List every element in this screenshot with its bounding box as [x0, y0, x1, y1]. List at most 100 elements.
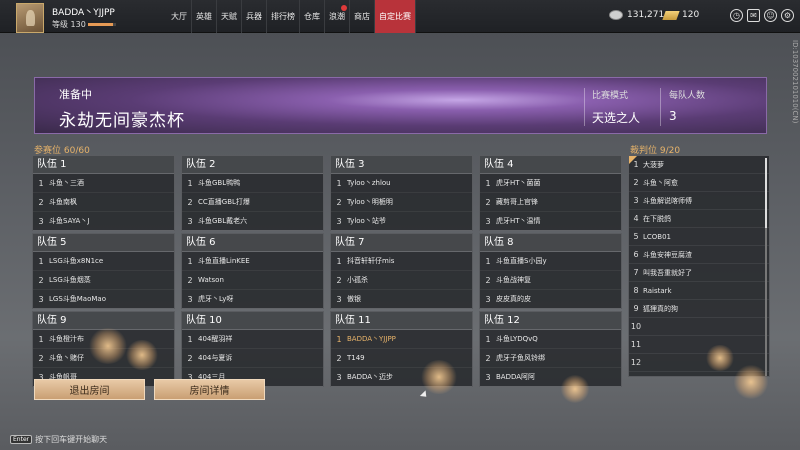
- team-name: 队伍 11: [331, 312, 472, 330]
- team-member-slot[interactable]: 3 皮皮真的皮: [480, 290, 621, 309]
- slot-number: 2: [485, 275, 491, 285]
- clock-icon[interactable]: ◷: [730, 9, 743, 22]
- nav-warehouse[interactable]: 仓库: [300, 0, 325, 33]
- gold-currency: 120: [662, 10, 700, 20]
- avatar[interactable]: [16, 3, 44, 33]
- friends-icon[interactable]: ☺: [764, 9, 777, 22]
- slot-number: 1: [187, 178, 193, 188]
- team-member-slot[interactable]: 1 抖音轩轩仔mis: [331, 252, 472, 271]
- gold-amount: 120: [682, 10, 700, 20]
- slot-number: 1: [336, 178, 342, 188]
- team-panel[interactable]: 队伍 10 1 404醒羽祥 2 404与夏诉 3 404三月: [181, 311, 324, 387]
- team-member-slot[interactable]: 1 404醒羽祥: [182, 330, 323, 349]
- team-panel[interactable]: 队伍 5 1 LSG斗鱼x8N1ce 2 LSG斗鱼烟蒸 3 LGS斗鱼MaoMao: [32, 233, 175, 309]
- nav-weapons[interactable]: 兵器: [242, 0, 267, 33]
- referee-slot[interactable]: 11: [629, 336, 769, 354]
- referee-slot[interactable]: 7 叫我吾重就好了: [629, 264, 769, 282]
- referee-rows: 1 大菠萝 2 斗鱼丶阿愈 3 斗鱼解说喀师傅 4 在下脱鸽 5 LCOB01 6 斗鱼安神豆腐渣 7 叫…: [629, 156, 769, 372]
- team-member-slot[interactable]: 1 斗鱼直播S小园y: [480, 252, 621, 271]
- team-member-slot[interactable]: 3 LGS斗鱼MaoMao: [33, 290, 174, 309]
- team-member-slot[interactable]: 2 斗鱼战神复: [480, 271, 621, 290]
- referee-slot[interactable]: 5 LCOB01: [629, 228, 769, 246]
- referee-slot[interactable]: 6 斗鱼安神豆腐渣: [629, 246, 769, 264]
- team-member-slot[interactable]: 1 斗鱼GBL鸭鸭: [182, 174, 323, 193]
- team-member-slot[interactable]: 3 斗鱼SAYA丶J: [33, 212, 174, 231]
- player-name: BADDA丶YJJPP: [52, 8, 115, 18]
- room-details-button[interactable]: 房间详情: [154, 379, 265, 400]
- slot-number: 4: [633, 214, 639, 223]
- silver-currency: 131,271: [609, 10, 664, 20]
- referee-name: LCOB01: [643, 232, 672, 241]
- team-panel[interactable]: 队伍 1 1 斗鱼丶三酒 2 斗鱼南枫 3 斗鱼SAYA丶J: [32, 155, 175, 231]
- team-member-slot[interactable]: 1 虎牙HT丶菌菌: [480, 174, 621, 193]
- team-member-slot[interactable]: 1 斗鱼LYDQvQ: [480, 330, 621, 349]
- referee-slot[interactable]: 2 斗鱼丶阿愈: [629, 174, 769, 192]
- referee-slot[interactable]: 10: [629, 318, 769, 336]
- team-name: 队伍 12: [480, 312, 621, 330]
- team-member-slot[interactable]: 3 虎牙HT丶温情: [480, 212, 621, 231]
- team-member-slot[interactable]: 1 Tyloo丶zhlou: [331, 174, 472, 193]
- bokeh-light: [560, 375, 590, 403]
- team-panel[interactable]: 队伍 6 1 斗鱼直播LinKEE 2 Watson 3 虎牙丶Ly呀: [181, 233, 324, 309]
- team-member-slot[interactable]: 2 小孤杀: [331, 271, 472, 290]
- team-member-slot[interactable]: 3 虎牙丶Ly呀: [182, 290, 323, 309]
- scrollbar-thumb[interactable]: [765, 158, 767, 228]
- exit-room-button[interactable]: 退出房间: [34, 379, 145, 400]
- referee-slot[interactable]: 1 大菠萝: [629, 156, 769, 174]
- mail-icon[interactable]: ✉: [747, 9, 760, 22]
- team-panel[interactable]: 队伍 4 1 虎牙HT丶菌菌 2 藏剪哥上官锋 3 虎牙HT丶温情: [479, 155, 622, 231]
- chat-hint-text: 按下回车键开始聊天: [35, 435, 108, 444]
- team-panel[interactable]: 队伍 7 1 抖音轩轩仔mis 2 小孤杀 3 傲银: [330, 233, 473, 309]
- team-member-slot[interactable]: 1 斗鱼丶三酒: [33, 174, 174, 193]
- nav-leaderboard[interactable]: 排行榜: [267, 0, 300, 33]
- team-member-slot[interactable]: 1 LSG斗鱼x8N1ce: [33, 252, 174, 271]
- mode-label: 比赛模式: [592, 91, 629, 101]
- team-member-slot[interactable]: 2 斗鱼南枫: [33, 193, 174, 212]
- nav-wave[interactable]: 浪潮: [325, 0, 350, 33]
- top-bar: BADDA丶YJJPP 等级 130 大厅 英雄 天赋 兵器 排行榜 仓库 浪潮…: [0, 0, 800, 33]
- slot-number: 9: [633, 304, 639, 313]
- team-name: 队伍 5: [33, 234, 174, 252]
- nav-custom-match[interactable]: 自定比赛: [375, 0, 416, 33]
- team-member-slot[interactable]: 2 404与夏诉: [182, 349, 323, 368]
- slot-number: 1: [38, 334, 44, 344]
- slot-number: 3: [336, 372, 342, 382]
- team-member-slot[interactable]: 2 虎牙子鱼风铃绑: [480, 349, 621, 368]
- team-panel[interactable]: 队伍 2 1 斗鱼GBL鸭鸭 2 CC直播GBL打爆 3 斗鱼GBL戴老六: [181, 155, 324, 231]
- nav-shop[interactable]: 商店: [350, 0, 375, 33]
- referee-slot[interactable]: 4 在下脱鸽: [629, 210, 769, 228]
- gold-bar-icon: [662, 10, 680, 20]
- team-member-slot[interactable]: 3 傲银: [331, 290, 472, 309]
- nav-lobby[interactable]: 大厅: [167, 0, 192, 33]
- team-member-slot[interactable]: 3 斗鱼GBL戴老六: [182, 212, 323, 231]
- referee-name: 狐狸真的狗: [643, 304, 678, 313]
- team-panel[interactable]: 队伍 8 1 斗鱼直播S小园y 2 斗鱼战神复 3 皮皮真的皮: [479, 233, 622, 309]
- slot-number: 3: [187, 294, 193, 304]
- member-name: 斗鱼LYDQvQ: [496, 335, 538, 343]
- team-member-slot[interactable]: 2 LSG斗鱼烟蒸: [33, 271, 174, 290]
- referee-scrollbar[interactable]: [765, 158, 767, 376]
- slot-number: 1: [485, 334, 491, 344]
- nav-talents[interactable]: 天赋: [217, 0, 242, 33]
- referee-slot[interactable]: 8 Raistark: [629, 282, 769, 300]
- team-panel[interactable]: 队伍 12 1 斗鱼LYDQvQ 2 虎牙子鱼风铃绑 3 BADDA阿阿: [479, 311, 622, 387]
- team-member-slot[interactable]: 2 Watson: [182, 271, 323, 290]
- team-member-slot[interactable]: 2 Tyloo丶明栀明: [331, 193, 472, 212]
- team-member-slot[interactable]: 2 CC直播GBL打爆: [182, 193, 323, 212]
- member-name: 虎牙HT丶温情: [496, 217, 541, 225]
- settings-gear-icon[interactable]: ⚙: [781, 9, 794, 22]
- slot-number: 1: [485, 256, 491, 266]
- team-member-slot[interactable]: 2 藏剪哥上官锋: [480, 193, 621, 212]
- referee-slot[interactable]: 3 斗鱼解说喀师傅: [629, 192, 769, 210]
- referee-slot[interactable]: 9 狐狸真的狗: [629, 300, 769, 318]
- team-member-slot[interactable]: 3 Tyloo丶站爷: [331, 212, 472, 231]
- member-name: 斗鱼直播S小园y: [496, 257, 547, 265]
- slot-number: 3: [633, 196, 639, 205]
- team-member-slot[interactable]: 1 斗鱼直播LinKEE: [182, 252, 323, 271]
- team-member-slot[interactable]: 3 BADDA阿阿: [480, 368, 621, 387]
- member-name: 藏剪哥上官锋: [496, 198, 538, 206]
- team-panel[interactable]: 队伍 3 1 Tyloo丶zhlou 2 Tyloo丶明栀明 3 Tyloo丶站爷: [330, 155, 473, 231]
- nav-heroes[interactable]: 英雄: [192, 0, 217, 33]
- slot-number: 2: [485, 197, 491, 207]
- team-member-slot[interactable]: 1 BADDA丶YJJPP: [331, 330, 472, 349]
